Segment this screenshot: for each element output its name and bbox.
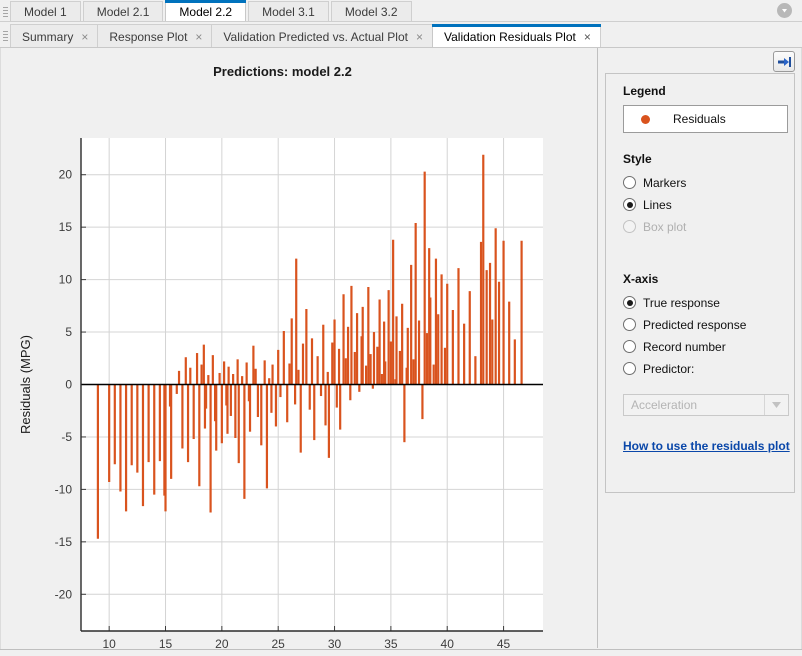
y-tick-label: -10 bbox=[55, 482, 73, 496]
radio-label: Predicted response bbox=[643, 317, 747, 332]
xaxis-option-predictor[interactable]: Predictor: bbox=[623, 360, 694, 377]
radio-button-icon[interactable] bbox=[623, 198, 636, 211]
drag-gripper-icon-2[interactable] bbox=[2, 28, 9, 44]
predictor-value: Acceleration bbox=[631, 398, 698, 412]
close-icon[interactable]: × bbox=[582, 31, 591, 43]
y-tick-label: 15 bbox=[59, 220, 73, 234]
radio-label: Record number bbox=[643, 339, 726, 354]
document-tab-4[interactable]: Validation Residuals Plot × bbox=[431, 24, 601, 48]
radio-label: Box plot bbox=[643, 219, 687, 234]
legend-box[interactable]: Residuals bbox=[623, 105, 788, 133]
radio-button-icon bbox=[623, 220, 636, 233]
chevron-down-icon[interactable] bbox=[764, 395, 788, 415]
legend-heading: Legend bbox=[623, 84, 666, 98]
radio-label: True response bbox=[643, 295, 720, 310]
radio-label: Lines bbox=[643, 197, 672, 212]
model-tab-label: Model 1 bbox=[24, 5, 67, 19]
x-tick-label: 30 bbox=[328, 637, 342, 648]
radio-button-icon[interactable] bbox=[623, 340, 636, 353]
x-tick-label: 40 bbox=[441, 637, 455, 648]
x-tick-label: 20 bbox=[215, 637, 229, 648]
close-icon[interactable]: × bbox=[79, 31, 88, 43]
y-tick-label: -20 bbox=[55, 587, 73, 601]
predictor-dropdown[interactable]: Acceleration bbox=[623, 394, 789, 416]
drag-gripper-icon[interactable] bbox=[2, 4, 9, 20]
y-tick-label: 5 bbox=[65, 325, 72, 339]
style-heading: Style bbox=[623, 152, 652, 166]
model-tab-label: Model 2.1 bbox=[96, 5, 150, 19]
xaxis-option-true-response[interactable]: True response bbox=[623, 294, 720, 311]
collapse-panel-icon[interactable] bbox=[773, 51, 795, 72]
document-tab-1[interactable]: Summary × bbox=[10, 24, 98, 48]
x-tick-label: 45 bbox=[497, 637, 511, 648]
close-icon[interactable]: × bbox=[193, 31, 202, 43]
y-tick-label: 10 bbox=[59, 273, 73, 287]
model-tab-strip: Model 1 Model 2.1 Model 2.2 Model 3.1 Model … bbox=[0, 0, 802, 22]
radio-label: Predictor: bbox=[643, 361, 695, 376]
document-tab-label: Summary bbox=[22, 29, 74, 44]
residuals-plot[interactable]: -20-15-10-5051015201015202530354045True … bbox=[0, 48, 597, 648]
y-tick-label: -5 bbox=[61, 430, 72, 444]
x-tick-label: 15 bbox=[159, 637, 173, 648]
document-tab-strip: Summary × Response Plot × Validation Predict… bbox=[0, 22, 802, 48]
radio-button-icon[interactable] bbox=[623, 318, 636, 331]
model-tab-5[interactable]: Model 3.2 bbox=[330, 1, 412, 22]
xaxis-option-record-number[interactable]: Record number bbox=[623, 338, 726, 355]
y-tick-label: 20 bbox=[59, 168, 73, 182]
model-tab-label: Model 3.2 bbox=[344, 5, 398, 19]
document-tab-3[interactable]: Validation Predicted vs. Actual Plot × bbox=[211, 24, 432, 48]
content-area: Predictions: model 2.2 -20 -15 -10 -5 0 5 10 15… bbox=[0, 48, 802, 656]
model-tab-2[interactable]: Model 2.1 bbox=[82, 1, 164, 22]
y-axis-label: Residuals (MPG) bbox=[18, 335, 33, 434]
model-tab-list: Model 1 Model 2.1 Model 2.2 Model 3.1 Model … bbox=[10, 0, 414, 22]
y-tick-label: -15 bbox=[55, 535, 73, 549]
style-option-lines[interactable]: Lines bbox=[623, 196, 672, 213]
residuals-figure: Predictions: model 2.2 -20 -15 -10 -5 0 5 10 15… bbox=[0, 48, 597, 648]
document-tab-list: Summary × Response Plot × Validation Predict… bbox=[10, 22, 601, 48]
x-tick-label: 25 bbox=[272, 637, 286, 648]
options-box: Legend Residuals Style Markers Lines Box p… bbox=[605, 73, 795, 493]
style-option-box-plot: Box plot bbox=[623, 218, 686, 235]
model-tab-4[interactable]: Model 3.1 bbox=[248, 1, 329, 22]
document-tab-label: Validation Residuals Plot bbox=[443, 29, 576, 44]
close-icon[interactable]: × bbox=[414, 31, 423, 43]
content-bottom-border bbox=[0, 649, 802, 650]
style-option-markers[interactable]: Markers bbox=[623, 174, 686, 191]
model-tab-1[interactable]: Model 1 bbox=[10, 1, 81, 22]
xaxis-option-predicted-response[interactable]: Predicted response bbox=[623, 316, 746, 333]
legend-marker-icon bbox=[641, 114, 650, 124]
document-tab-label: Response Plot bbox=[109, 29, 188, 44]
regression-learner-window: Model 1 Model 2.1 Model 2.2 Model 3.1 Model … bbox=[0, 0, 802, 656]
help-link[interactable]: How to use the residuals plot bbox=[623, 439, 790, 453]
model-tab-label: Model 2.2 bbox=[179, 4, 233, 19]
radio-button-icon[interactable] bbox=[623, 296, 636, 309]
legend-entry-label: Residuals bbox=[673, 112, 726, 126]
plot-options-panel: Legend Residuals Style Markers Lines Box p… bbox=[598, 48, 802, 648]
xaxis-heading: X-axis bbox=[623, 272, 659, 286]
radio-label: Markers bbox=[643, 175, 687, 190]
document-tab-label: Validation Predicted vs. Actual Plot bbox=[223, 29, 408, 44]
model-tab-label: Model 3.1 bbox=[262, 5, 315, 19]
chevron-down-circle-icon[interactable] bbox=[777, 3, 792, 18]
radio-button-icon[interactable] bbox=[623, 176, 636, 189]
x-tick-label: 10 bbox=[102, 637, 116, 648]
model-tab-3[interactable]: Model 2.2 bbox=[165, 0, 247, 22]
document-tab-2[interactable]: Response Plot × bbox=[97, 24, 212, 48]
radio-button-icon[interactable] bbox=[623, 362, 636, 375]
x-tick-label: 35 bbox=[384, 637, 398, 648]
y-tick-label: 0 bbox=[65, 378, 72, 392]
